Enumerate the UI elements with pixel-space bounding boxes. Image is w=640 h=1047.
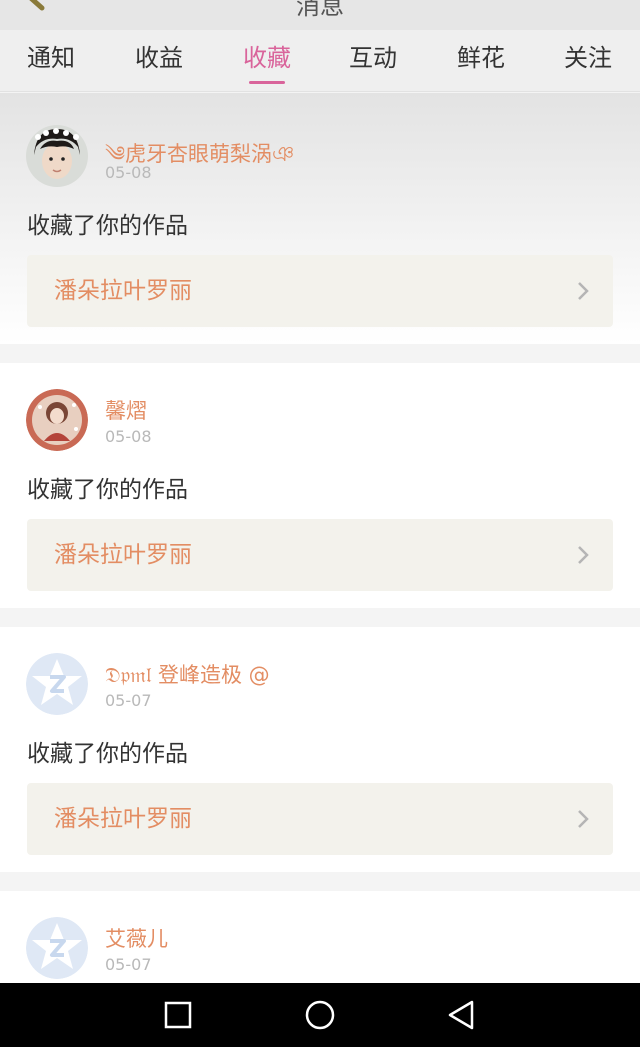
work-link[interactable]: 潘朵拉叶罗丽 xyxy=(27,519,613,591)
username[interactable]: 𝔇𝔭𝔪𝔩 登峰造极 @ xyxy=(105,659,270,689)
recent-apps-icon[interactable] xyxy=(160,997,196,1033)
tab-label: 收藏 xyxy=(243,44,291,72)
tab-following[interactable]: 关注 xyxy=(533,30,640,92)
tab-flowers[interactable]: 鲜花 xyxy=(426,30,536,92)
user-avatar[interactable] xyxy=(26,389,88,451)
app-header: 消息 xyxy=(0,0,640,30)
photo-avatar-icon xyxy=(26,125,88,187)
default-avatar-icon xyxy=(26,917,88,979)
work-link[interactable]: 潘朵拉叶罗丽 xyxy=(27,255,613,327)
default-avatar-icon xyxy=(26,653,88,715)
message-date: 05-08 xyxy=(105,427,152,446)
page-title: 消息 xyxy=(296,0,344,20)
username[interactable]: 馨熠 xyxy=(105,395,147,425)
work-title: 潘朵拉叶罗丽 xyxy=(54,806,192,832)
message-card: 𝔇𝔭𝔪𝔩 登峰造极 @ 05-07 收藏了你的作品 潘朵拉叶罗丽 xyxy=(0,627,640,872)
tab-label: 收益 xyxy=(135,44,183,72)
message-card: 艾薇儿 05-07 xyxy=(0,891,640,983)
work-title: 潘朵拉叶罗丽 xyxy=(54,542,192,568)
message-card: ༄虎牙杏眼萌梨涡ঞ 05-08 收藏了你的作品 潘朵拉叶罗丽 xyxy=(0,93,640,344)
tab-favorites[interactable]: 收藏 xyxy=(212,30,322,92)
work-title: 潘朵拉叶罗丽 xyxy=(54,278,192,304)
chevron-right-icon xyxy=(578,546,589,564)
back-icon[interactable] xyxy=(444,997,480,1033)
message-date: 05-07 xyxy=(105,691,152,710)
tab-label: 关注 xyxy=(564,44,612,72)
action-text: 收藏了你的作品 xyxy=(27,477,188,503)
chevron-right-icon xyxy=(578,810,589,828)
tab-notifications[interactable]: 通知 xyxy=(0,30,106,92)
tab-interactions[interactable]: 互动 xyxy=(318,30,428,92)
message-feed[interactable]: ༄虎牙杏眼萌梨涡ঞ 05-08 收藏了你的作品 潘朵拉叶罗丽 馨熠 05-08 … xyxy=(0,93,640,983)
tab-label: 鲜花 xyxy=(457,44,505,72)
user-avatar[interactable] xyxy=(26,125,88,187)
system-nav-bar xyxy=(0,983,640,1047)
message-card: 馨熠 05-08 收藏了你的作品 潘朵拉叶罗丽 xyxy=(0,363,640,608)
tab-bar: 通知 收益 收藏 互动 鲜花 关注 xyxy=(0,30,640,92)
action-text: 收藏了你的作品 xyxy=(27,213,188,239)
tab-label: 互动 xyxy=(349,44,397,72)
user-avatar[interactable] xyxy=(26,653,88,715)
message-date: 05-07 xyxy=(105,955,152,974)
message-date: 05-08 xyxy=(105,163,152,182)
illustration-avatar-icon xyxy=(26,389,88,451)
action-text: 收藏了你的作品 xyxy=(27,741,188,767)
tab-indicator xyxy=(249,81,285,84)
work-link[interactable]: 潘朵拉叶罗丽 xyxy=(27,783,613,855)
tab-label: 通知 xyxy=(27,44,75,72)
username[interactable]: 艾薇儿 xyxy=(105,923,168,953)
chevron-right-icon xyxy=(578,282,589,300)
home-icon[interactable] xyxy=(302,997,338,1033)
tab-earnings[interactable]: 收益 xyxy=(104,30,214,92)
user-avatar[interactable] xyxy=(26,917,88,979)
